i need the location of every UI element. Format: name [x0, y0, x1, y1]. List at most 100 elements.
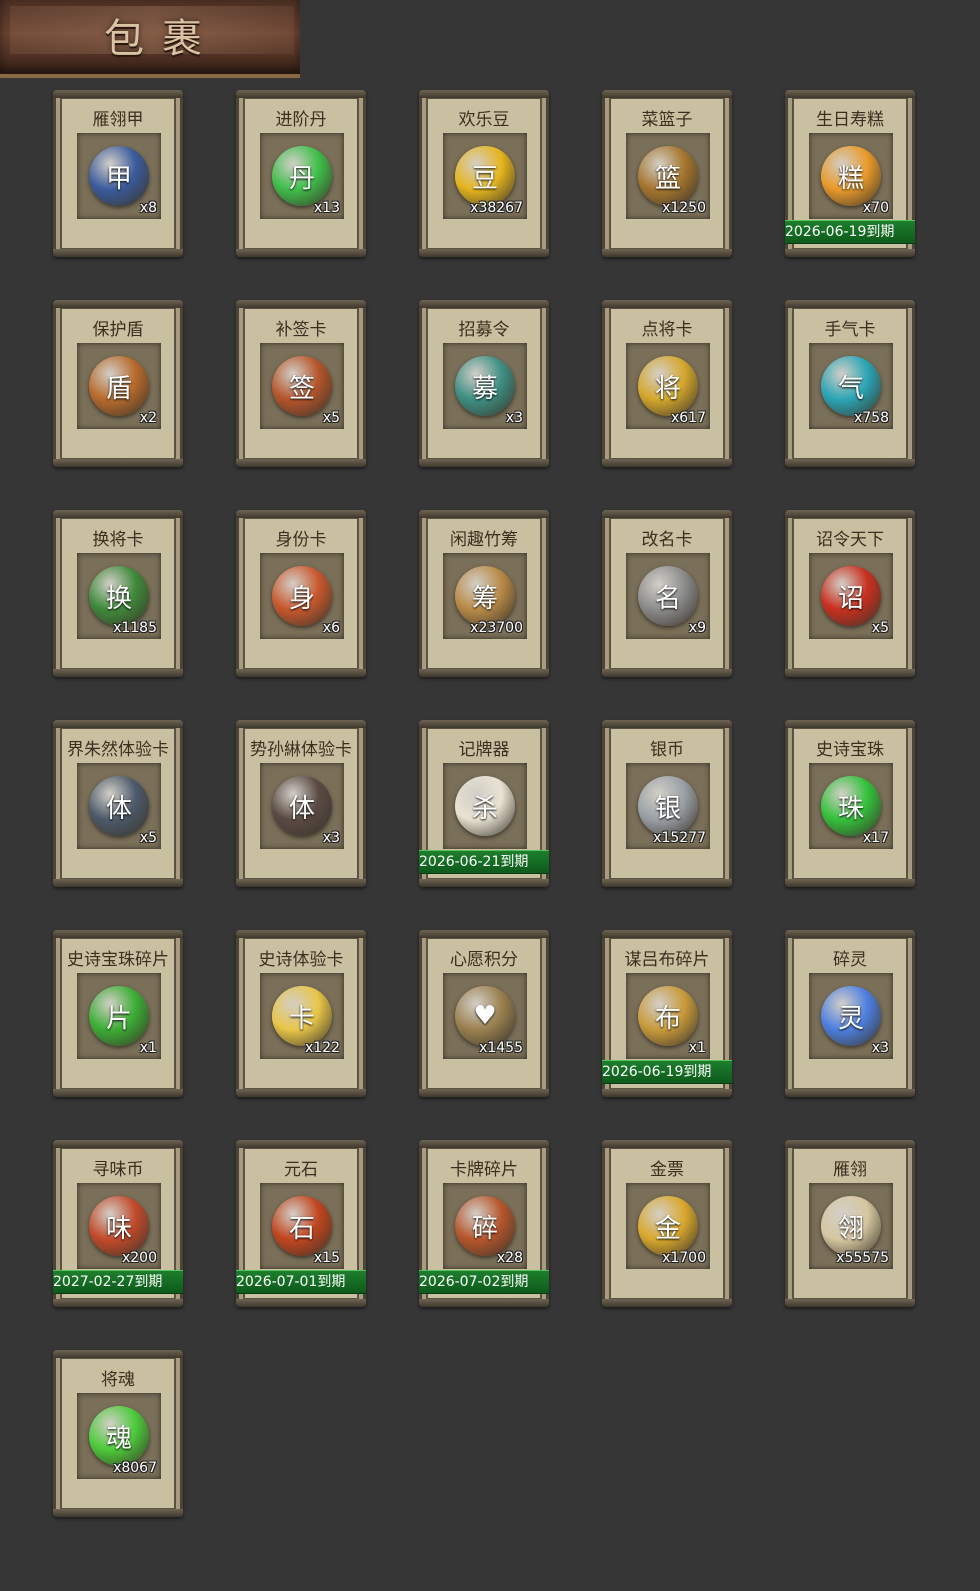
- item-count: x617: [670, 410, 706, 426]
- inventory-item[interactable]: 元石石 x15 2026-07-01到期: [236, 1140, 366, 1307]
- swap-card-icon: 换: [89, 566, 149, 626]
- item-name: 史诗体验卡: [258, 950, 344, 970]
- item-slot: 体 x3: [260, 763, 344, 849]
- inventory-item[interactable]: 身份卡身 x6: [236, 510, 366, 677]
- item-count: x200: [121, 1250, 157, 1266]
- inventory-item[interactable]: 补签卡签 x5: [236, 300, 366, 467]
- item-name: 换将卡: [92, 530, 144, 550]
- item-name: 欢乐豆: [458, 110, 510, 130]
- inventory-grid: 雁翎甲甲 x8 进阶丹丹 x13 欢乐豆豆 x38267 菜篮子篮 x1250 生日寿糕糕 x70…: [53, 90, 915, 1517]
- item-slot: 石 x15: [260, 1183, 344, 1269]
- item-name: 界朱然体验卡: [67, 740, 169, 760]
- item-name: 卡牌碎片: [450, 1160, 518, 1180]
- item-slot: 丹 x13: [260, 133, 344, 219]
- gold-beans-icon: 豆: [455, 146, 515, 206]
- item-count: x1185: [113, 620, 157, 636]
- item-count: x9: [688, 620, 706, 636]
- item-slot: 灵 x3: [809, 973, 893, 1059]
- item-count: x2: [139, 410, 157, 426]
- inventory-item[interactable]: 碎灵灵 x3: [785, 930, 915, 1097]
- armor-icon: 甲: [89, 146, 149, 206]
- item-name: 碎灵: [833, 950, 867, 970]
- inventory-item[interactable]: 势孙綝体验卡体 x3: [236, 720, 366, 887]
- inventory-item[interactable]: 欢乐豆豆 x38267: [419, 90, 549, 257]
- gold-card-icon: 卡: [272, 986, 332, 1046]
- expiry-badge: 2026-06-19到期: [602, 1060, 732, 1084]
- item-name: 谋吕布碎片: [624, 950, 710, 970]
- inventory-item[interactable]: 生日寿糕糕 x70 2026-06-19到期: [785, 90, 915, 257]
- feather-icon: 翎: [821, 1196, 881, 1256]
- item-slot: 银 x15277: [626, 763, 710, 849]
- green-spirit-icon: 魂: [89, 1406, 149, 1466]
- inventory-item[interactable]: 史诗体验卡卡 x122: [236, 930, 366, 1097]
- inventory-item[interactable]: 史诗宝珠碎片片 x1: [53, 930, 183, 1097]
- item-count: x6: [322, 620, 340, 636]
- item-name: 史诗宝珠: [816, 740, 884, 760]
- inventory-item[interactable]: 换将卡换 x1185: [53, 510, 183, 677]
- recruit-token-icon: 募: [455, 356, 515, 416]
- inventory-item[interactable]: 界朱然体验卡体 x5: [53, 720, 183, 887]
- item-slot: 篮 x1250: [626, 133, 710, 219]
- inventory-item[interactable]: 菜篮子篮 x1250: [602, 90, 732, 257]
- item-slot: 杀: [443, 763, 527, 849]
- green-pill-icon: 丹: [272, 146, 332, 206]
- expiry-badge: 2026-06-19到期: [785, 220, 915, 244]
- mask-card-icon: 身: [272, 566, 332, 626]
- item-slot: 碎 x28: [443, 1183, 527, 1269]
- item-slot: 布 x1: [626, 973, 710, 1059]
- rename-card-icon: 名: [638, 566, 698, 626]
- item-name: 闲趣竹筹: [450, 530, 518, 550]
- inventory-item[interactable]: 将魂魂 x8067: [53, 1350, 183, 1517]
- basket-icon: 篮: [638, 146, 698, 206]
- item-count: x13: [313, 200, 340, 216]
- inventory-item[interactable]: 闲趣竹筹筹 x23700: [419, 510, 549, 677]
- item-name: 寻味币: [92, 1160, 144, 1180]
- item-slot: 甲 x8: [77, 133, 161, 219]
- item-slot: 翎 x55575: [809, 1183, 893, 1269]
- item-name: 生日寿糕: [816, 110, 884, 130]
- item-count: x3: [322, 830, 340, 846]
- general-card-icon: 将: [638, 356, 698, 416]
- inventory-item[interactable]: 谋吕布碎片布 x1 2026-06-19到期: [602, 930, 732, 1097]
- inventory-item[interactable]: 雁翎翎 x55575: [785, 1140, 915, 1307]
- inventory-item[interactable]: 心愿积分 ♥ x1455: [419, 930, 549, 1097]
- item-count: x1: [688, 1040, 706, 1056]
- item-count: x5: [871, 620, 889, 636]
- item-name: 点将卡: [641, 320, 693, 340]
- blue-crystal-icon: 灵: [821, 986, 881, 1046]
- inventory-item[interactable]: 金票金 x1700: [602, 1140, 732, 1307]
- inventory-item[interactable]: 改名卡名 x9: [602, 510, 732, 677]
- heart-coin-icon: ♥: [455, 986, 515, 1046]
- item-name: 招募令: [458, 320, 510, 340]
- inventory-item[interactable]: 进阶丹丹 x13: [236, 90, 366, 257]
- inventory-item[interactable]: 招募令募 x3: [419, 300, 549, 467]
- item-slot: 卡 x122: [260, 973, 344, 1059]
- inventory-item[interactable]: 寻味币味 x200 2027-02-27到期: [53, 1140, 183, 1307]
- item-count: x15277: [653, 830, 706, 846]
- inventory-item[interactable]: 卡牌碎片碎 x28 2026-07-02到期: [419, 1140, 549, 1307]
- item-name: 银币: [650, 740, 684, 760]
- item-slot: 味 x200: [77, 1183, 161, 1269]
- item-name: 元石: [284, 1160, 318, 1180]
- inventory-item[interactable]: 点将卡将 x617: [602, 300, 732, 467]
- item-slot: 金 x1700: [626, 1183, 710, 1269]
- hero-portrait-icon: 体: [89, 776, 149, 836]
- item-name: 菜篮子: [641, 110, 693, 130]
- item-name: 势孙綝体验卡: [250, 740, 352, 760]
- item-count: x3: [871, 1040, 889, 1056]
- puzzle-piece-icon: 碎: [455, 1196, 515, 1256]
- inventory-item[interactable]: 银币银 x15277: [602, 720, 732, 887]
- item-count: x23700: [470, 620, 523, 636]
- inventory-item[interactable]: 保护盾盾 x2: [53, 300, 183, 467]
- inventory-item[interactable]: 手气卡气 x758: [785, 300, 915, 467]
- inventory-item[interactable]: 雁翎甲甲 x8: [53, 90, 183, 257]
- inventory-item[interactable]: 记牌器杀 2026-06-21到期: [419, 720, 549, 887]
- item-count: x1: [139, 1040, 157, 1056]
- inventory-item[interactable]: 诏令天下诏 x5: [785, 510, 915, 677]
- edict-scroll-icon: 诏: [821, 566, 881, 626]
- gold-ticket-icon: 金: [638, 1196, 698, 1256]
- puzzle-hero-icon: 布: [638, 986, 698, 1046]
- inventory-item[interactable]: 史诗宝珠珠 x17: [785, 720, 915, 887]
- luck-card-icon: 气: [821, 356, 881, 416]
- item-count: x758: [853, 410, 889, 426]
